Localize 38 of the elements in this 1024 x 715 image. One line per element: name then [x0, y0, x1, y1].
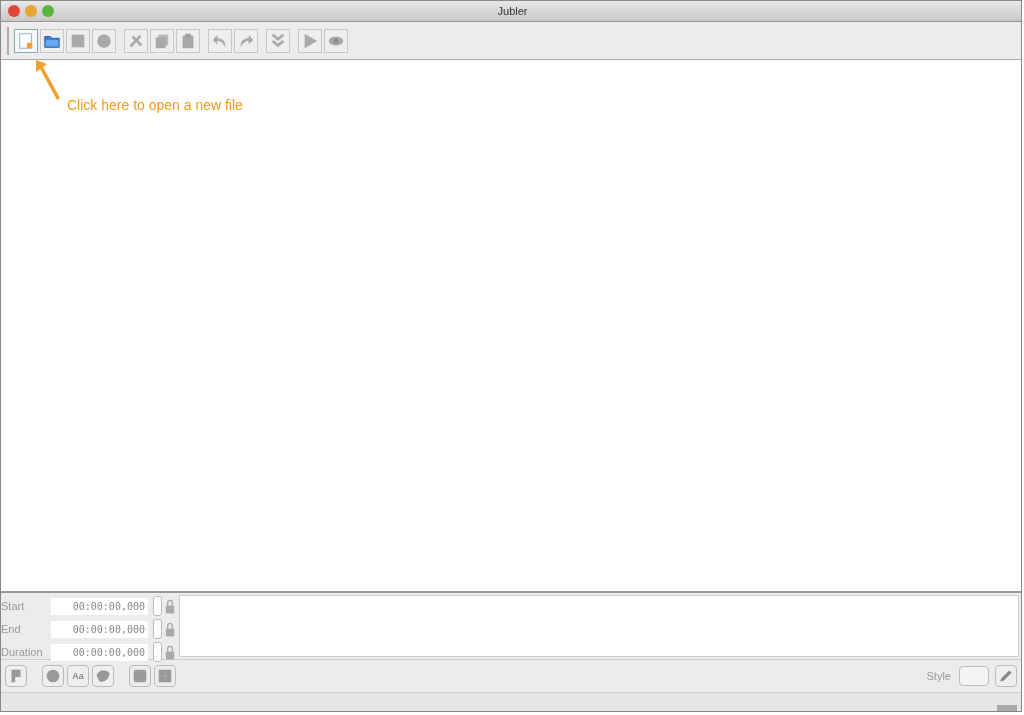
new-file-icon: [17, 31, 35, 50]
annotation-arrow: [33, 58, 63, 102]
square-icon: [131, 667, 149, 685]
spinner-button[interactable]: [153, 642, 162, 662]
tool-button[interactable]: Aa: [67, 665, 89, 687]
minimize-button[interactable]: [25, 5, 37, 17]
time-field[interactable]: 00:00:00,000: [51, 643, 148, 661]
tool-button[interactable]: [129, 665, 151, 687]
field-label: End: [1, 623, 22, 635]
style-label: Style: [926, 670, 951, 682]
resize-grip-icon[interactable]: [997, 705, 1017, 711]
close-button[interactable]: [8, 5, 20, 17]
grid-icon: [156, 667, 174, 685]
toolbar-button[interactable]: [40, 28, 64, 53]
tool-button[interactable]: [5, 665, 27, 687]
subtitle-text-field[interactable]: [179, 595, 1019, 657]
tool-button[interactable]: [92, 665, 114, 687]
circle-icon: [95, 31, 113, 50]
spinner-button[interactable]: [153, 596, 162, 616]
circle-icon: [44, 667, 62, 685]
annotation-text: Click here to open a new file: [67, 97, 243, 113]
lock-icon[interactable]: [165, 598, 175, 614]
edit-style-button[interactable]: [995, 665, 1017, 687]
double-chevron-icon: [269, 31, 287, 50]
field-label: Start: [1, 600, 26, 612]
lock-icon[interactable]: [165, 644, 175, 660]
zoom-button[interactable]: [42, 5, 54, 17]
time-field[interactable]: 00:00:00,000: [51, 597, 148, 615]
tool-button[interactable]: [154, 665, 176, 687]
lock-icon[interactable]: [165, 621, 175, 637]
style-dropdown[interactable]: [959, 666, 989, 686]
toolbar-button[interactable]: [14, 28, 38, 53]
time-field[interactable]: 00:00:00,000: [51, 620, 148, 638]
window-title: Jubler: [496, 5, 529, 17]
pencil-icon: [998, 668, 1014, 684]
field-label: Duration: [1, 646, 44, 658]
tool-button[interactable]: [42, 665, 64, 687]
spinner-button[interactable]: [153, 619, 162, 639]
